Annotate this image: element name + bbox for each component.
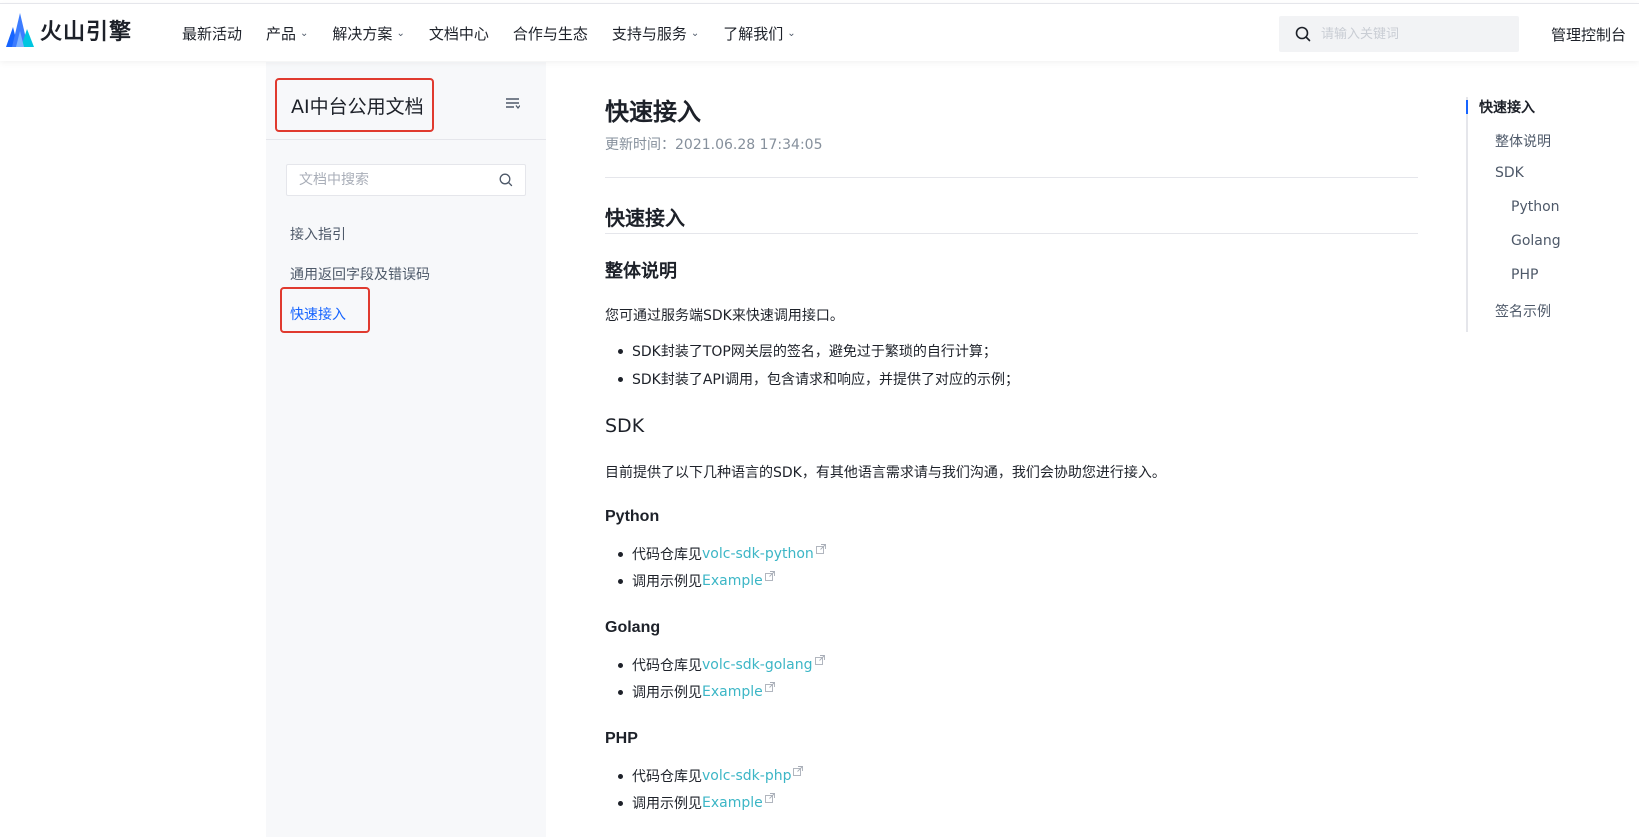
toc-item-overview[interactable]: 整体说明 <box>1495 131 1551 151</box>
nav-item-label: 最新活动 <box>182 24 243 43</box>
list-item: SDK封装了TOP网关层的签名，避免过于繁琐的自行计算； <box>618 341 997 361</box>
table-of-contents: 快速接入 整体说明 SDK Python Golang PHP 签名示例 <box>1466 97 1626 332</box>
toc-item-golang[interactable]: Golang <box>1511 233 1561 249</box>
sdk-heading: SDK <box>605 415 645 437</box>
list-item: 代码仓库见 volc-sdk-golang <box>618 655 825 675</box>
nav-item-solutions[interactable]: 解决方案 ⌄ <box>332 23 404 44</box>
nav-item-label: 了解我们 <box>723 24 784 43</box>
php-repo-link[interactable]: volc-sdk-php <box>702 768 791 784</box>
php-example-link[interactable]: Example <box>702 795 763 811</box>
list-item: 调用示例见 Example <box>618 571 775 591</box>
external-link-icon <box>764 793 775 803</box>
main-nav: 最新活动 产品 ⌄ 解决方案 ⌄ 文档中心 合作与生态 支持与服务 ⌄ 了解我们 ⌄ <box>182 4 820 62</box>
overview-intro: 您可通过服务端SDK来快速调用接口。 <box>605 308 844 324</box>
sidebar-item-error-codes[interactable]: 通用返回字段及错误码 <box>290 264 430 284</box>
toc-item-quick-start[interactable]: 快速接入 <box>1479 97 1535 117</box>
chevron-down-icon: ⌄ <box>396 27 405 39</box>
top-navbar: 火山引擎 最新活动 产品 ⌄ 解决方案 ⌄ 文档中心 合作与生态 支持与服务 ⌄ 了解… <box>0 3 1639 61</box>
chevron-down-icon: ⌄ <box>690 27 700 39</box>
repo-prefix: 代码仓库见 <box>632 769 702 785</box>
list-item: SDK封装了API调用，包含请求和响应，并提供了对应的示例； <box>618 369 1019 389</box>
page-title: 快速接入 <box>605 98 701 126</box>
external-link-icon <box>764 682 775 692</box>
nav-item-products[interactable]: 产品 ⌄ <box>266 23 308 44</box>
external-link-icon <box>814 655 825 665</box>
list-item: 代码仓库见 volc-sdk-python <box>618 544 826 564</box>
volcano-logo-icon <box>6 13 34 47</box>
nav-item-partners[interactable]: 合作与生态 <box>513 23 588 44</box>
list-item: 代码仓库见 volc-sdk-php <box>618 766 804 786</box>
repo-prefix: 代码仓库见 <box>632 547 702 563</box>
search-icon <box>1295 26 1311 42</box>
sidebar-header: AI中台公用文档 <box>266 62 546 140</box>
example-prefix: 调用示例见 <box>632 796 702 812</box>
toc-item-php[interactable]: PHP <box>1511 267 1538 283</box>
nav-item-label: 支持与服务 <box>611 24 687 43</box>
golang-repo-link[interactable]: volc-sdk-golang <box>702 657 813 673</box>
search-icon[interactable] <box>499 173 513 187</box>
example-prefix: 调用示例见 <box>632 574 702 590</box>
section-heading: 快速接入 <box>605 206 685 230</box>
sidebar-item-quick-start[interactable]: 快速接入 <box>290 304 346 324</box>
toc-item-python[interactable]: Python <box>1511 199 1560 215</box>
toc-active-indicator <box>1466 100 1468 114</box>
toc-item-signature-example[interactable]: 签名示例 <box>1495 301 1551 321</box>
list-item-text: SDK封装了TOP网关层的签名，避免过于繁琐的自行计算； <box>632 344 997 360</box>
menu-collapse-icon[interactable] <box>506 98 520 110</box>
nav-item-label: 文档中心 <box>428 24 489 43</box>
doc-sidebar: AI中台公用文档 接入指引 通用返回字段及错误码 快速接入 <box>266 62 546 837</box>
toc-item-sdk[interactable]: SDK <box>1495 165 1524 181</box>
nav-item-latest-events[interactable]: 最新活动 <box>182 23 242 44</box>
sidebar-title-highlight: AI中台公用文档 <box>275 78 434 132</box>
external-link-icon <box>793 766 804 776</box>
nav-item-docs[interactable]: 文档中心 <box>429 23 489 44</box>
sidebar-item-access-guide[interactable]: 接入指引 <box>290 224 346 244</box>
chevron-down-icon: ⌄ <box>787 27 796 39</box>
list-item: 调用示例见 Example <box>618 793 775 813</box>
repo-prefix: 代码仓库见 <box>632 658 702 674</box>
list-item: 调用示例见 Example <box>618 682 775 702</box>
chevron-down-icon: ⌄ <box>300 27 309 39</box>
nav-item-about[interactable]: 了解我们 ⌄ <box>723 23 795 44</box>
golang-heading: Golang <box>605 619 661 636</box>
overview-heading: 整体说明 <box>605 261 677 282</box>
python-repo-link[interactable]: volc-sdk-python <box>702 546 814 562</box>
python-heading: Python <box>605 508 660 525</box>
brand-name: 火山引擎 <box>40 20 133 45</box>
golang-example-link[interactable]: Example <box>702 684 763 700</box>
list-item-text: SDK封装了API调用，包含请求和响应，并提供了对应的示例； <box>632 372 1019 388</box>
console-link[interactable]: 管理控制台 <box>1551 24 1626 45</box>
nav-item-label: 解决方案 <box>332 24 393 43</box>
doc-search-input[interactable] <box>299 172 495 188</box>
nav-item-label: 合作与生态 <box>512 24 588 43</box>
nav-item-label: 产品 <box>266 24 297 43</box>
example-prefix: 调用示例见 <box>632 685 702 701</box>
php-heading: PHP <box>605 730 638 747</box>
external-link-icon <box>815 544 826 554</box>
python-example-link[interactable]: Example <box>702 573 763 589</box>
global-search-input[interactable] <box>1321 26 1511 42</box>
doc-search-box <box>286 164 526 196</box>
sdk-intro: 目前提供了以下几种语言的SDK，有其他语言需求请与我们沟通，我们会协助您进行接入… <box>605 465 1166 481</box>
brand-logo[interactable]: 火山引擎 <box>6 12 132 48</box>
external-link-icon <box>764 571 775 581</box>
global-search-box <box>1279 16 1519 52</box>
nav-item-support[interactable]: 支持与服务 ⌄ <box>612 23 699 44</box>
sidebar-title: AI中台公用文档 <box>291 95 424 118</box>
updated-time: 更新时间：2021.06.28 17:34:05 <box>605 137 823 153</box>
section-divider <box>605 233 1418 234</box>
title-divider <box>605 177 1418 178</box>
